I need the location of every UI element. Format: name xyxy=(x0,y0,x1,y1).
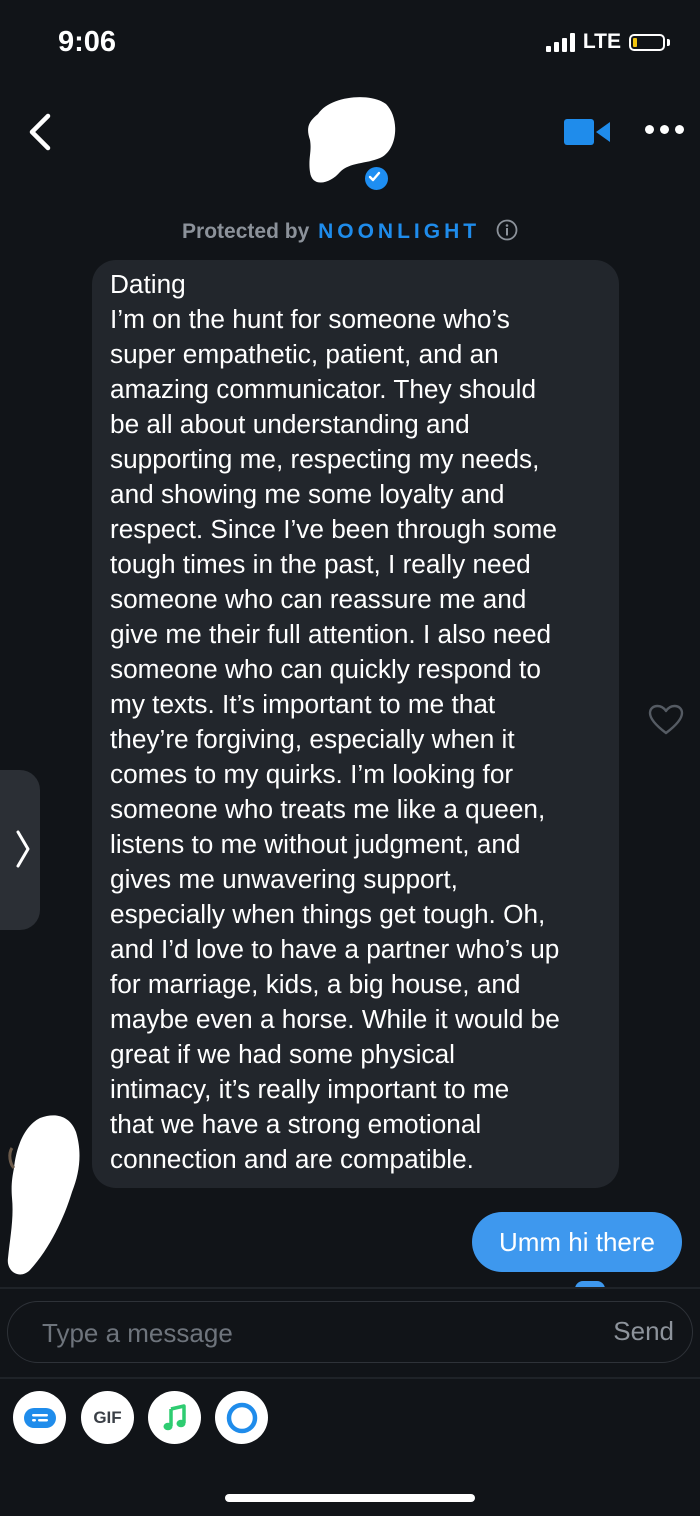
protected-label: Protected by xyxy=(182,220,310,243)
verified-badge xyxy=(363,165,390,192)
chevron-right-icon[interactable] xyxy=(12,822,32,876)
composer-divider xyxy=(0,1287,700,1289)
ring-icon xyxy=(226,1402,257,1433)
status-time: 9:06 xyxy=(58,26,117,58)
network-label: LTE xyxy=(582,30,621,53)
send-button[interactable]: Send xyxy=(613,1316,674,1347)
noonlight-banner[interactable]: Protected by NOONLIGHT xyxy=(0,219,700,244)
battery-icon xyxy=(629,33,665,51)
sender-avatar[interactable] xyxy=(6,1108,86,1276)
message-input[interactable] xyxy=(40,1302,564,1364)
info-icon[interactable] xyxy=(496,219,518,241)
status-indicators: LTE xyxy=(545,30,670,54)
noonlight-brand: NOONLIGHT xyxy=(318,220,481,243)
outgoing-message-text: Umm hi there xyxy=(498,1226,656,1257)
back-icon[interactable] xyxy=(22,110,62,154)
attachments-divider xyxy=(0,1377,700,1379)
message-composer[interactable]: Send xyxy=(7,1301,693,1364)
gif-icon: GIF xyxy=(93,1407,122,1427)
incoming-message-bubble[interactable]: Dating I’m on the hunt for someone who’s… xyxy=(92,260,619,1188)
battery-tip xyxy=(667,38,670,46)
signal-icon xyxy=(545,32,575,52)
gif-button[interactable]: GIF xyxy=(81,1391,134,1444)
more-icon[interactable] xyxy=(645,125,684,134)
music-button[interactable] xyxy=(148,1391,201,1444)
music-icon xyxy=(163,1403,186,1430)
sticker-button[interactable] xyxy=(13,1391,66,1444)
video-call-icon[interactable] xyxy=(562,116,612,148)
heart-icon[interactable] xyxy=(648,704,684,736)
outgoing-message-bubble[interactable]: Umm hi there xyxy=(472,1212,682,1272)
sticker-icon xyxy=(23,1407,56,1428)
home-indicator[interactable] xyxy=(225,1494,475,1502)
incoming-message-text: Dating I’m on the hunt for someone who’s… xyxy=(110,269,560,1174)
ring-button[interactable] xyxy=(215,1391,268,1444)
